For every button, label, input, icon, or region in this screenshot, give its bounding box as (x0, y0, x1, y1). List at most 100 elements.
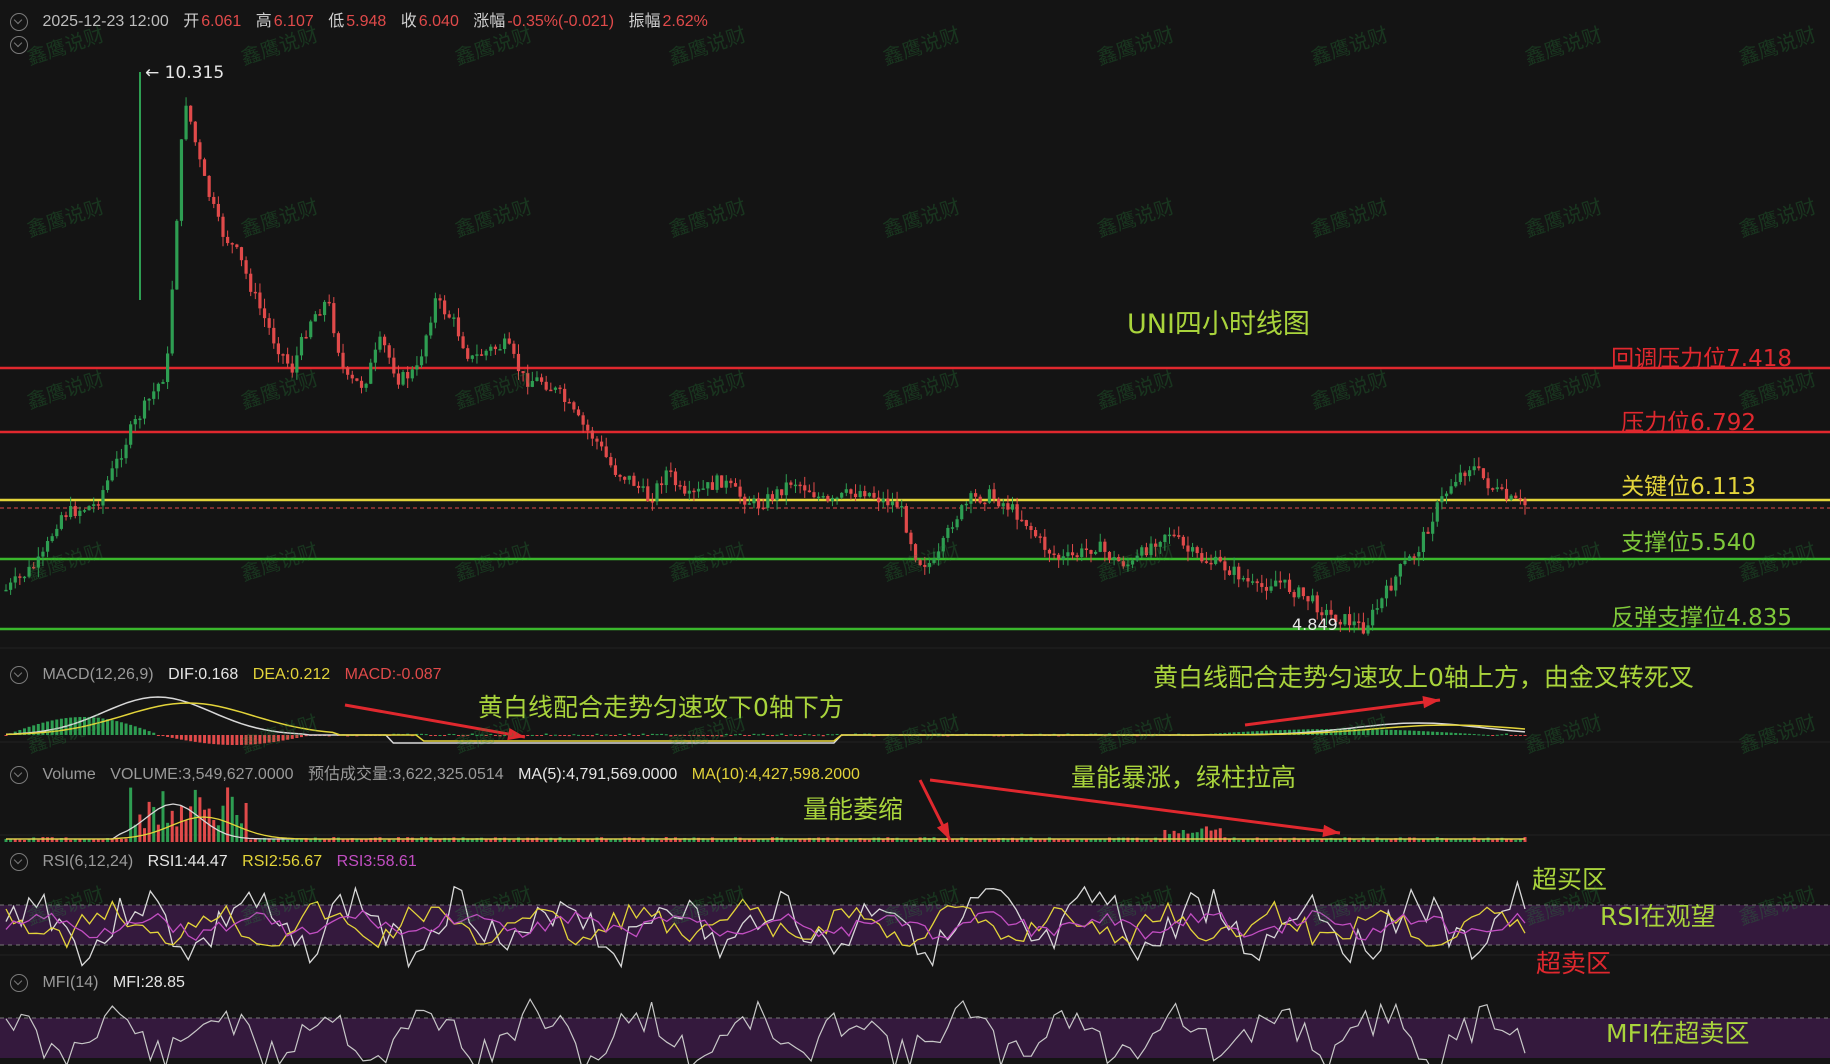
macd-bar (498, 735, 502, 737)
volume-bar (216, 825, 220, 842)
volume-bar (1454, 839, 1458, 842)
volume-bar (1038, 839, 1042, 842)
volume-bar (1477, 839, 1481, 842)
candle-body (932, 558, 936, 563)
volume-collapse-icon[interactable] (10, 765, 28, 784)
candle-body (512, 343, 516, 354)
macd-bar (1408, 730, 1412, 735)
volume-bar (239, 823, 243, 842)
candle-body (595, 438, 599, 442)
candle-body (987, 489, 992, 503)
volume-bar (1408, 837, 1412, 842)
candle-body (429, 322, 433, 336)
macd-note-right: 黄白线配合走势匀速攻上0轴上方，由金叉转死叉 (1153, 663, 1694, 692)
candle-body (1070, 552, 1075, 556)
candle-body (262, 308, 267, 319)
volume-bar (32, 837, 36, 842)
macd-bar (1481, 734, 1485, 736)
candle-body (835, 497, 839, 500)
volume-bar (1047, 837, 1051, 842)
macd-bar (687, 735, 691, 736)
candle-body (683, 485, 687, 494)
macd-bar (673, 735, 677, 736)
candle-body (267, 318, 271, 328)
candle-body (1209, 562, 1213, 565)
candle-body (424, 335, 428, 357)
macd-bar (526, 735, 530, 736)
level-label-3: 关键位6.113 (1621, 474, 1756, 500)
candle-body (1361, 622, 1366, 634)
macd-bar (1380, 729, 1384, 735)
volume-bar (1255, 837, 1259, 842)
candle-body (1264, 586, 1269, 591)
volume-bar (507, 839, 511, 842)
macd-bar (1445, 732, 1449, 735)
candle-body (1491, 488, 1495, 490)
candle-body (1343, 614, 1347, 625)
candle-body (812, 492, 816, 498)
volume-bar (212, 820, 216, 842)
candle-body (332, 303, 336, 334)
collapse-icon[interactable] (10, 12, 28, 31)
volume-bar (1251, 839, 1255, 842)
macd-bar (830, 734, 834, 736)
macd-collapse-icon[interactable] (10, 666, 28, 684)
macd-bar (1472, 734, 1476, 736)
volume-bar (1144, 839, 1148, 842)
volume-bar (1274, 839, 1278, 842)
volume-bar (489, 839, 493, 842)
macd-bar (720, 735, 724, 737)
candle-body (1449, 486, 1453, 494)
volume-bar (401, 839, 405, 842)
candle-body (655, 483, 659, 502)
candle-body (1177, 535, 1181, 537)
volume-bar (170, 810, 174, 842)
candle-body (923, 564, 927, 567)
volume-header: Volume VOLUME:3,549,627.0000 预估成交量:3,622… (10, 760, 870, 784)
rsi-collapse-icon[interactable] (10, 853, 28, 871)
candle-body (937, 551, 941, 559)
macd-bar (835, 733, 839, 735)
volume-bar (1020, 837, 1024, 842)
volume-bar (535, 837, 539, 842)
macd-bar (198, 735, 202, 743)
candle-body (18, 576, 22, 578)
mfi-collapse-icon[interactable] (10, 974, 28, 992)
candle-body (1163, 534, 1167, 542)
settings-icon[interactable] (10, 36, 28, 54)
candle-body (22, 576, 27, 579)
volume-bar (1417, 839, 1421, 842)
candle-body (567, 401, 571, 404)
candle-body (115, 458, 119, 469)
macd-bar (73, 717, 77, 735)
candle-body (1232, 566, 1236, 575)
candle-body (738, 486, 742, 497)
macd-bar (1398, 730, 1402, 735)
volume-bar (872, 837, 876, 842)
macd-bar (133, 726, 137, 735)
candle-body (1421, 531, 1426, 553)
macd-bar (124, 723, 128, 735)
candle-body (202, 159, 207, 176)
candle-body (1504, 488, 1509, 500)
candle-body (1347, 614, 1352, 626)
macd-bar (784, 735, 788, 736)
candle-body (992, 489, 996, 499)
volume-bar (1209, 830, 1213, 842)
volume-name: Volume (42, 766, 96, 783)
candle-body (479, 354, 484, 356)
macd-bar (803, 733, 807, 735)
rsi-header: RSI(6,12,24) RSI1:44.47 RSI2:56.67 RSI3:… (10, 853, 427, 871)
macd-bar (1509, 735, 1513, 737)
candle-body (1458, 472, 1462, 482)
candle-body (756, 498, 761, 508)
macd-bar (655, 734, 659, 736)
candle-body (572, 402, 576, 410)
candle-body (1200, 553, 1204, 562)
volume-bar (364, 839, 368, 842)
volume-bar (1167, 833, 1171, 842)
candle-body (549, 389, 553, 392)
rsi-oversold: 超卖区 (1536, 949, 1612, 978)
volume-bar (1375, 837, 1379, 842)
volume-bar (179, 805, 183, 842)
